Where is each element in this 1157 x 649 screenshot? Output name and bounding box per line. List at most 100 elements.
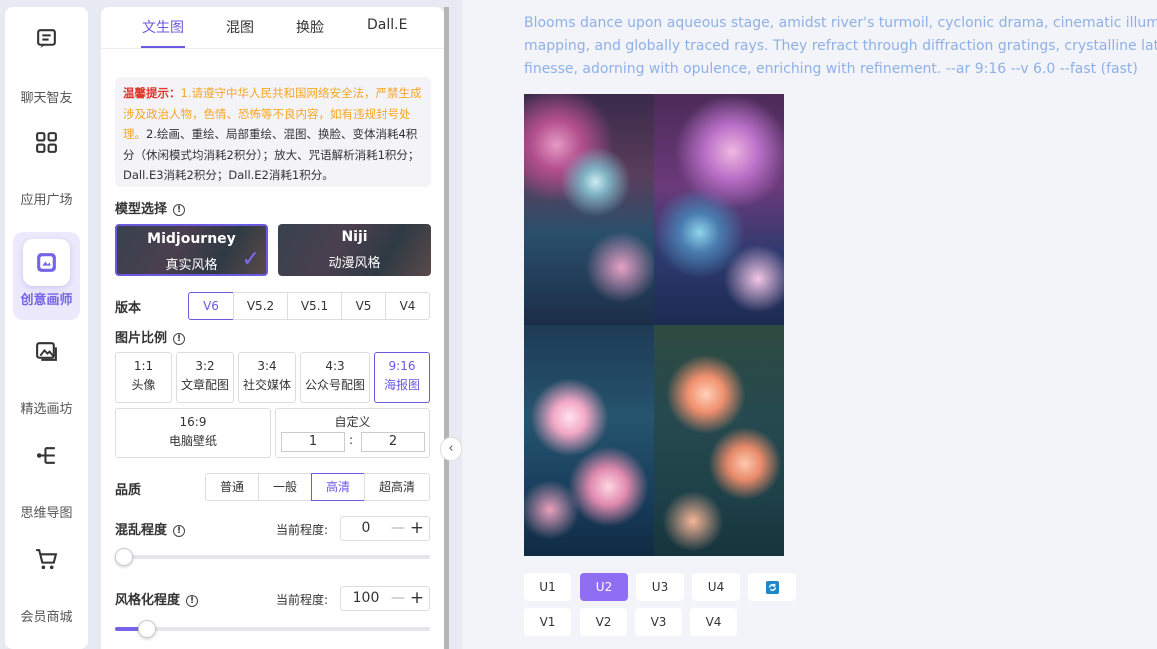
- ratio-label: 社交媒体: [242, 378, 291, 392]
- custom-height-input[interactable]: 2: [361, 432, 425, 452]
- chaos-current-label: 当前程度:: [276, 523, 329, 537]
- plus-icon[interactable]: +: [407, 517, 427, 540]
- tab-blend[interactable]: 混图: [226, 17, 254, 37]
- model-card-midjourney[interactable]: Midjourney 真实风格 ✓: [115, 224, 268, 276]
- variation-button-v4[interactable]: V4: [690, 608, 737, 636]
- stylize-slider-track[interactable]: [115, 627, 430, 631]
- info-icon[interactable]: !: [173, 333, 186, 345]
- image-quadrant-2[interactable]: [654, 94, 784, 325]
- upscale-button-u4[interactable]: U4: [692, 573, 740, 601]
- upscale-button-u3[interactable]: U3: [636, 573, 684, 601]
- stylize-slider-knob[interactable]: [138, 620, 156, 638]
- sidebar-item-creative-painter[interactable]: 创意画师: [13, 232, 80, 320]
- tab-bar: 文生图 混图 换脸 Dall.E: [101, 7, 444, 49]
- chaos-title-text: 混乱程度: [115, 523, 168, 538]
- version-v5-1[interactable]: V5.1: [287, 292, 342, 320]
- image-quadrant-4[interactable]: [654, 325, 784, 556]
- chevron-left-icon: ‹: [448, 441, 454, 456]
- notice-box: 温馨提示：1.请遵守中华人民共和国网络安全法，严禁生成涉及政治人物，色情、恐怖等…: [115, 77, 431, 187]
- ratio-4-3[interactable]: 4:3 公众号配图: [300, 352, 370, 403]
- sidebar-item-shop[interactable]: 会员商城: [13, 535, 80, 625]
- chaos-value[interactable]: 0: [341, 517, 391, 540]
- quality-medium[interactable]: 一般: [258, 473, 312, 501]
- sidebar-item-mindmap[interactable]: 思维导图: [13, 431, 80, 521]
- tab-dalle[interactable]: Dall.E: [367, 17, 407, 33]
- collapse-panel-button[interactable]: ‹: [440, 437, 462, 461]
- panel-scrollbar[interactable]: [444, 7, 449, 649]
- sidebar-item-gallery[interactable]: 精选画坊: [13, 327, 80, 417]
- version-v4[interactable]: V4: [385, 292, 430, 320]
- ratio-value: 3:2: [195, 359, 215, 373]
- ratio-16-9[interactable]: 16:9 电脑壁纸: [115, 408, 271, 458]
- variation-button-v1[interactable]: V1: [524, 608, 571, 636]
- chat-icon: [37, 29, 56, 48]
- quality-ultra-hd[interactable]: 超高清: [364, 473, 430, 501]
- ratio-label: 电脑壁纸: [168, 434, 217, 448]
- tab-text-to-image[interactable]: 文生图: [142, 17, 184, 37]
- upscale-button-u2[interactable]: U2: [580, 573, 628, 601]
- sidebar-item-label: 创意画师: [20, 293, 73, 308]
- ratio-3-4[interactable]: 3:4 社交媒体: [238, 352, 296, 403]
- sidebar-item-chat[interactable]: 聊天智友: [13, 14, 80, 106]
- sidebar-item-apps[interactable]: 应用广场: [13, 118, 80, 208]
- ratio-label: 公众号配图: [304, 378, 365, 392]
- image-quadrant-1[interactable]: [524, 94, 654, 325]
- sidebar-item-label: 应用广场: [20, 193, 73, 208]
- version-v5[interactable]: V5: [341, 292, 386, 320]
- minus-icon[interactable]: —: [389, 587, 407, 610]
- ratio-title-text: 图片比例: [115, 331, 168, 346]
- ratio-value: 16:9: [179, 415, 207, 429]
- generated-image-grid[interactable]: [524, 94, 784, 557]
- chaos-slider-track[interactable]: [115, 555, 430, 559]
- mindmap-icon: [36, 447, 55, 464]
- image-quadrant-3[interactable]: [524, 325, 654, 556]
- model-name: Niji: [341, 229, 368, 245]
- prompt-line: finesse, adorning with opulence, enrichi…: [524, 61, 1138, 77]
- stylize-value[interactable]: 100: [341, 587, 391, 610]
- minus-icon[interactable]: —: [389, 517, 407, 540]
- stylize-stepper[interactable]: 100 — +: [340, 586, 430, 611]
- version-v5-2[interactable]: V5.2: [233, 292, 288, 320]
- model-name: Midjourney: [147, 231, 236, 247]
- stylize-title-text: 风格化程度: [115, 593, 181, 608]
- reroll-button[interactable]: [748, 573, 796, 601]
- chaos-slider-knob[interactable]: [115, 548, 133, 566]
- custom-label: 自定义: [334, 415, 371, 429]
- ratio-value: 3:4: [257, 359, 277, 373]
- upscale-button-u1[interactable]: U1: [524, 573, 571, 601]
- quality-section-title: 品质: [115, 483, 142, 498]
- info-icon[interactable]: !: [173, 204, 186, 216]
- ratio-9-16[interactable]: 9:16 海报图: [374, 352, 430, 403]
- plus-icon[interactable]: +: [407, 587, 427, 610]
- stylize-current-label: 当前程度:: [276, 593, 329, 607]
- notice-title: 温馨提示：: [123, 86, 181, 100]
- ratio-3-2[interactable]: 3:2 文章配图: [176, 352, 234, 403]
- model-card-niji[interactable]: Niji 动漫风格: [278, 224, 431, 276]
- prompt-line: mapping, and globally traced rays. They …: [524, 38, 1157, 54]
- info-icon[interactable]: !: [173, 525, 186, 537]
- version-v6[interactable]: V6: [188, 292, 234, 320]
- sidebar-item-label: 会员商城: [20, 610, 73, 625]
- chaos-stepper[interactable]: 0 — +: [340, 516, 430, 541]
- gallery-icon: [36, 342, 57, 361]
- variation-button-v3[interactable]: V3: [635, 608, 682, 636]
- ratio-label: 文章配图: [180, 378, 229, 392]
- custom-separator: :: [349, 433, 354, 447]
- info-icon[interactable]: !: [186, 595, 199, 607]
- ratio-value: 1:1: [133, 359, 154, 373]
- ratio-1-1[interactable]: 1:1 头像: [115, 352, 172, 403]
- quality-normal[interactable]: 普通: [205, 473, 259, 501]
- model-desc: 动漫风格: [328, 256, 381, 271]
- stylize-section-title: 风格化程度!: [115, 589, 199, 608]
- sidebar-nav: 聊天智友 应用广场 创意画师 精选画坊 思维导图 会员商城: [5, 7, 88, 649]
- apps-grid-icon: [36, 132, 57, 153]
- settings-panel: 文生图 混图 换脸 Dall.E 温馨提示：1.请遵守中华人民共和国网络安全法，…: [101, 7, 444, 649]
- quality-hd[interactable]: 高清: [311, 473, 365, 501]
- custom-width-input[interactable]: 1: [281, 432, 345, 452]
- main-content: Blooms dance upon aqueous stage, amidst …: [462, 0, 1157, 649]
- sidebar-item-label: 精选画坊: [20, 402, 73, 417]
- check-icon: ✓: [241, 247, 260, 272]
- variation-button-v2[interactable]: V2: [580, 608, 627, 636]
- sidebar-item-label: 思维导图: [20, 506, 73, 521]
- tab-faceswap[interactable]: 换脸: [296, 17, 324, 37]
